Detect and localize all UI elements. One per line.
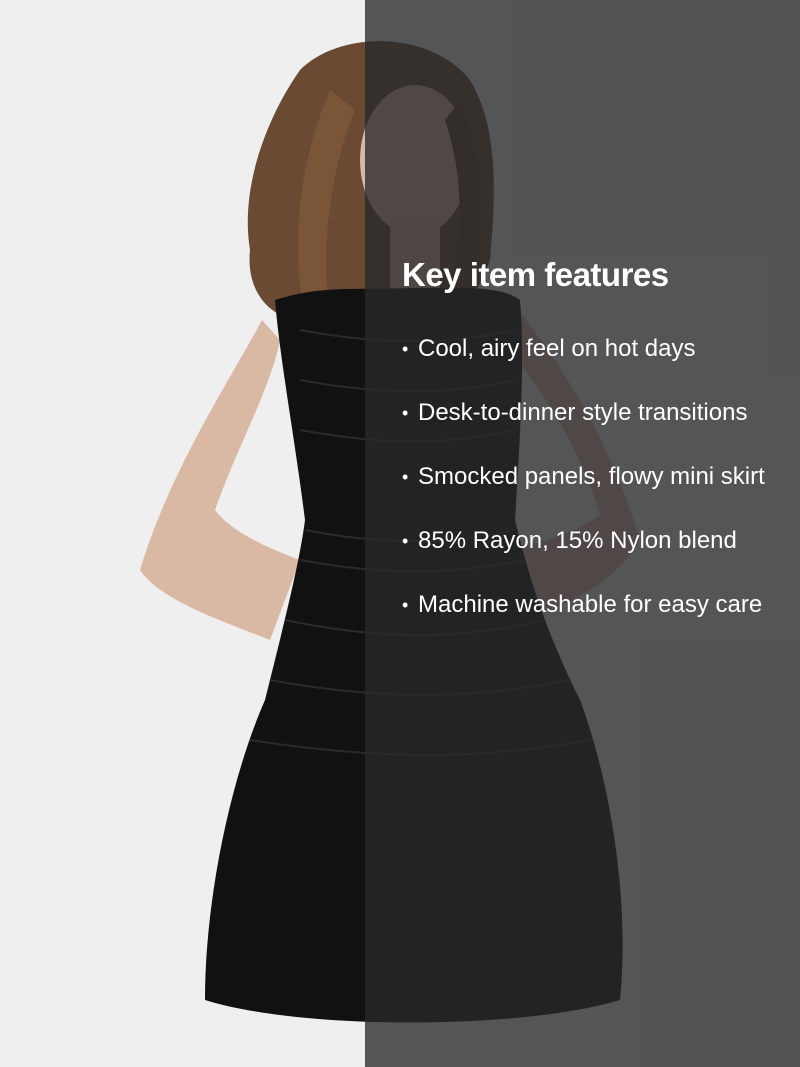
features-panel: Key item features • Cool, airy feel on ho… bbox=[402, 255, 772, 651]
feature-text: Desk-to-dinner style transitions bbox=[418, 399, 748, 426]
feature-text: Cool, airy feel on hot days bbox=[418, 335, 696, 362]
list-item: • Cool, airy feel on hot days bbox=[402, 331, 772, 367]
features-title: Key item features bbox=[402, 256, 669, 293]
features-list: • Cool, airy feel on hot days • Desk-to-di… bbox=[402, 331, 772, 623]
list-item: • 85% Rayon, 15% Nylon blend bbox=[402, 523, 772, 559]
list-item: • Machine washable for easy care bbox=[402, 587, 772, 623]
feature-text: Smocked panels, flowy mini skirt bbox=[418, 463, 765, 490]
feature-text: 85% Rayon, 15% Nylon blend bbox=[418, 527, 737, 554]
feature-text: Machine washable for easy care bbox=[418, 591, 763, 618]
bullet-icon: • bbox=[402, 339, 409, 359]
bullet-icon: • bbox=[402, 403, 409, 423]
bullet-icon: • bbox=[402, 467, 409, 487]
bullet-icon: • bbox=[402, 531, 409, 551]
list-item: • Smocked panels, flowy mini skirt bbox=[402, 459, 772, 495]
bullet-icon: • bbox=[402, 595, 409, 615]
list-item: • Desk-to-dinner style transitions bbox=[402, 395, 772, 431]
